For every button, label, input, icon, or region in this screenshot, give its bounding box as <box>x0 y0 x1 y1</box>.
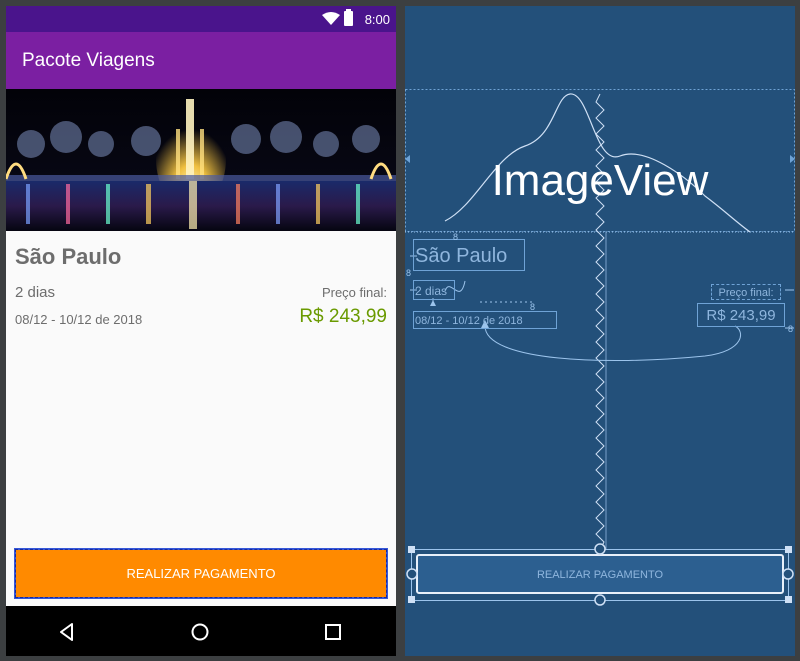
recents-icon[interactable] <box>322 621 344 643</box>
blueprint-button-label: REALIZAR PAGAMENTO <box>536 569 664 581</box>
place-title: São Paulo <box>15 244 122 269</box>
margin-label: 8 <box>530 302 536 312</box>
wifi-icon <box>322 12 340 25</box>
blueprint-dates-text: 08/12 - 10/12 de 2018 <box>415 315 523 327</box>
design-preview: 8:00 Pacote Viagens São Paulo 2 dias 08/… <box>6 6 396 656</box>
status-bar: 8:00 <box>6 6 396 32</box>
blueprint-imageview-label: ImageView <box>491 156 709 205</box>
trip-dates: 08/12 - 10/12 de 2018 <box>15 312 143 327</box>
blueprint-duration: 2 dias <box>413 280 455 300</box>
pay-button[interactable]: REALIZAR PAGAMENTO <box>14 548 388 599</box>
city-fountain-night-image <box>6 89 396 231</box>
app-bar: Pacote Viagens <box>6 32 396 89</box>
blueprint-price-value: R$ 243,99 <box>697 303 785 327</box>
margin-label: 8 <box>406 268 412 278</box>
price-value: R$ 243,99 <box>299 306 387 327</box>
app-title: Pacote Viagens <box>22 50 155 71</box>
blueprint-price-label: Preço final: <box>711 284 781 300</box>
blueprint-preview: ImageView São Paulo 2 dias 08/12 - 10/12… <box>405 6 795 656</box>
navigation-bar <box>6 606 396 656</box>
hero-image <box>6 89 396 231</box>
status-time: 8:00 <box>364 12 390 27</box>
margin-label: 8 <box>788 324 794 334</box>
blueprint-duration-text: 2 dias <box>415 284 448 298</box>
home-icon[interactable] <box>189 621 211 643</box>
battery-icon <box>344 9 353 26</box>
blueprint-dates: 08/12 - 10/12 de 2018 <box>413 311 557 329</box>
blueprint-price-value-text: R$ 243,99 <box>706 307 776 324</box>
margin-label: 8 <box>453 232 459 242</box>
blueprint-place-title: São Paulo <box>413 239 525 271</box>
blueprint-place-text: São Paulo <box>415 245 508 267</box>
back-icon[interactable] <box>56 621 78 643</box>
blueprint-price-label-text: Preço final: <box>718 287 774 299</box>
trip-duration: 2 dias <box>15 284 56 301</box>
price-label: Preço final: <box>321 285 387 300</box>
